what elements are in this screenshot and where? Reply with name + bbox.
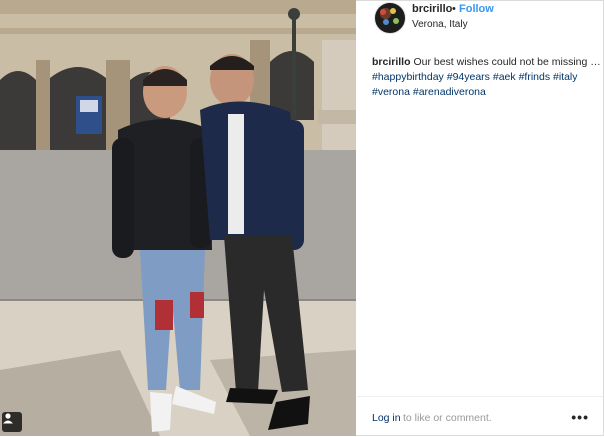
user-tag-icon[interactable]: [2, 412, 22, 432]
hashtag[interactable]: #arenadiverona: [413, 86, 486, 98]
post-caption: brcirillo Our best wishes could not be m…: [372, 55, 602, 100]
post-photo[interactable]: [0, 0, 356, 436]
hashtag[interactable]: #verona: [372, 86, 410, 98]
caption-text: Our best wishes could not be missing …: [413, 56, 601, 68]
post-details-panel: brcirillo • Follow Verona, Italy brciril…: [357, 0, 603, 436]
username-link[interactable]: brcirillo: [412, 3, 452, 15]
hashtag[interactable]: #aek: [493, 71, 516, 83]
location-link[interactable]: Verona, Italy: [412, 19, 468, 30]
separator-dot: •: [452, 3, 456, 15]
follow-button[interactable]: Follow: [459, 3, 494, 15]
caption-username[interactable]: brcirillo: [372, 56, 411, 68]
hashtag[interactable]: #italy: [553, 71, 578, 83]
photo-illustration: [0, 0, 356, 436]
post-footer: Log in to like or comment. •••: [357, 396, 603, 437]
more-options-icon[interactable]: •••: [571, 409, 589, 425]
avatar[interactable]: [374, 2, 406, 34]
hashtag[interactable]: #frinds: [519, 71, 551, 83]
hashtag[interactable]: #happybirthday: [372, 71, 444, 83]
post-header: brcirillo • Follow Verona, Italy: [357, 0, 603, 36]
person-glyph: [3, 413, 13, 424]
hashtag[interactable]: #94years: [447, 71, 490, 83]
login-link[interactable]: Log in: [372, 412, 401, 424]
login-prompt-text: to like or comment.: [403, 412, 492, 424]
